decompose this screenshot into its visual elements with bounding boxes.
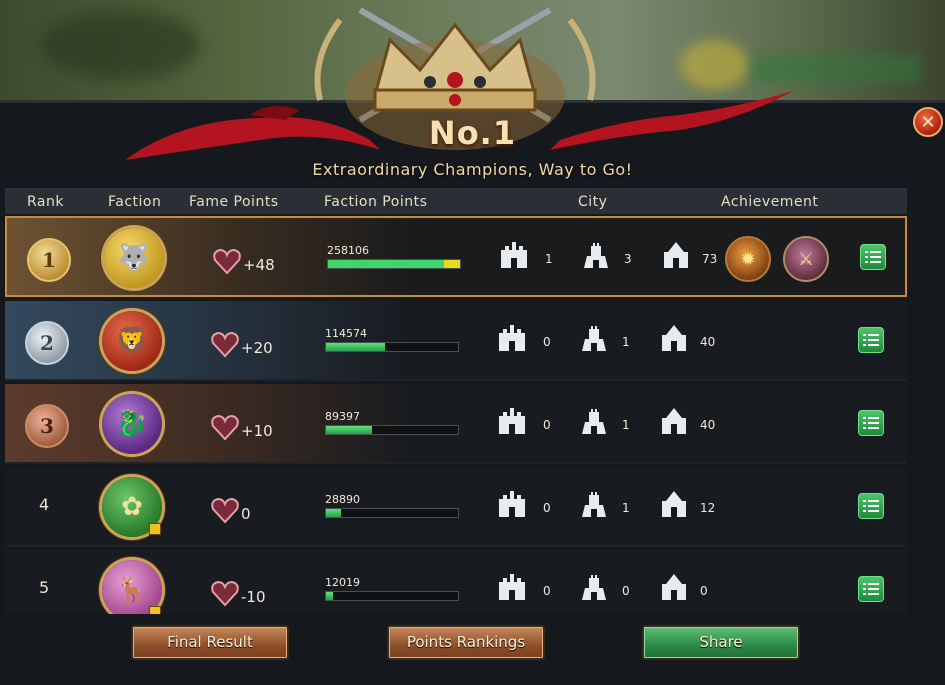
targaryen-dragon-icon[interactable]: 🐉: [102, 394, 162, 454]
city-large-count: 40: [700, 418, 716, 432]
faction-points-fill: [326, 343, 386, 351]
details-list-button[interactable]: [858, 327, 884, 353]
table-row: 2 🦁 +20 114574 0 1 40: [5, 301, 907, 381]
city-medium-castle-icon: [579, 404, 609, 436]
city-large-castle-icon: [659, 404, 689, 436]
details-list-button[interactable]: [858, 576, 884, 602]
city-medium-count: 1: [622, 501, 630, 515]
faction-points-bar: [325, 342, 459, 352]
city-small-castle-icon: [497, 487, 527, 519]
rank-medal-gold: 1: [27, 238, 71, 282]
faction-points-bar: [327, 259, 461, 269]
city-medium-castle-icon: [579, 570, 609, 602]
close-button[interactable]: ✕: [913, 107, 943, 137]
header-city: City: [578, 194, 608, 210]
city-small-count: 1: [545, 252, 553, 266]
city-medium-count: 3: [624, 252, 632, 266]
table-header: Rank Faction Fame Points Faction Points …: [5, 188, 907, 214]
share-button[interactable]: Share: [642, 625, 800, 660]
rank-medal-bronze: 3: [25, 404, 69, 448]
city-large-castle-icon: [659, 487, 689, 519]
list-icon: [863, 334, 879, 346]
rank-number: 5: [39, 578, 50, 597]
own-faction-marker-icon: [149, 523, 161, 535]
final-result-button[interactable]: Final Result: [131, 625, 289, 660]
faction-points-fill: [326, 509, 341, 517]
ranking-table: 1 🐺 +48 258106 1 3 73 ✹ ⚔ 2 🦁 +20 114574…: [5, 216, 907, 614]
lannister-lion-icon[interactable]: 🦁: [102, 311, 162, 371]
faction-points-value: 28890: [325, 493, 360, 506]
header-fame-points: Fame Points: [189, 194, 279, 210]
rank-number: 4: [39, 495, 50, 514]
list-icon: [865, 251, 881, 263]
faction-points-fill: [328, 260, 460, 268]
city-large-castle-icon: [659, 321, 689, 353]
points-rankings-button[interactable]: Points Rankings: [387, 625, 545, 660]
achievement-badge-sword-icon[interactable]: ⚔: [783, 236, 829, 282]
table-row: 3 🐉 +10 89397 0 1 40: [5, 384, 907, 464]
fame-points-value: +20: [241, 339, 273, 357]
faction-points-bar: [325, 508, 459, 518]
rank-medal-silver: 2: [25, 321, 69, 365]
fame-points-value: -10: [241, 588, 266, 606]
city-large-count: 40: [700, 335, 716, 349]
faction-points-bar: [325, 591, 459, 601]
faction-points-bar: [325, 425, 459, 435]
list-icon: [863, 500, 879, 512]
champion-subtitle: Extraordinary Champions, Way to Go!: [312, 160, 633, 179]
city-large-count: 12: [700, 501, 716, 515]
city-small-castle-icon: [499, 238, 529, 270]
table-row: 5 🦌 -10 12019 0 0 0: [5, 550, 907, 614]
faction-points-value: 12019: [325, 576, 360, 589]
list-icon: [863, 583, 879, 595]
city-small-count: 0: [543, 335, 551, 349]
close-icon: ✕: [920, 111, 936, 133]
city-medium-count: 0: [622, 584, 630, 598]
city-medium-count: 1: [622, 335, 630, 349]
fame-points-value: 0: [241, 505, 251, 523]
city-medium-castle-icon: [581, 238, 611, 270]
fame-heart-icon: [211, 497, 239, 524]
city-large-count: 0: [700, 584, 708, 598]
city-small-castle-icon: [497, 404, 527, 436]
table-row: 4 ✿ 0 28890 0 1 12: [5, 467, 907, 547]
table-row: 1 🐺 +48 258106 1 3 73 ✹ ⚔: [5, 216, 907, 297]
fame-points-value: +48: [243, 256, 275, 274]
fame-heart-icon: [213, 248, 241, 275]
city-small-count: 0: [543, 418, 551, 432]
fame-heart-icon: [211, 580, 239, 607]
achievement-badge-bull-icon[interactable]: ✹: [725, 236, 771, 282]
faction-points-value: 114574: [325, 327, 367, 340]
header-faction-points: Faction Points: [324, 194, 428, 210]
stark-wolf-icon[interactable]: 🐺: [104, 228, 164, 288]
city-small-castle-icon: [497, 570, 527, 602]
fame-heart-icon: [211, 414, 239, 441]
details-list-button[interactable]: [858, 410, 884, 436]
details-list-button[interactable]: [858, 493, 884, 519]
city-small-count: 0: [543, 501, 551, 515]
faction-points-value: 89397: [325, 410, 360, 423]
fame-heart-icon: [211, 331, 239, 358]
faction-points-fill: [326, 592, 333, 600]
city-medium-castle-icon: [579, 487, 609, 519]
details-list-button[interactable]: [860, 244, 886, 270]
header-faction: Faction: [108, 194, 162, 210]
list-icon: [863, 417, 879, 429]
own-faction-marker-icon: [149, 606, 161, 614]
rank-title: No.1: [428, 114, 517, 152]
faction-points-fill: [326, 426, 373, 434]
city-small-count: 0: [543, 584, 551, 598]
city-medium-castle-icon: [579, 321, 609, 353]
city-large-castle-icon: [661, 238, 691, 270]
header-achievement: Achievement: [721, 194, 819, 210]
faction-points-value: 258106: [327, 244, 369, 257]
fame-points-value: +10: [241, 422, 273, 440]
city-large-count: 73: [702, 252, 718, 266]
header-rank: Rank: [27, 194, 64, 210]
city-large-castle-icon: [659, 570, 689, 602]
city-small-castle-icon: [497, 321, 527, 353]
city-medium-count: 1: [622, 418, 630, 432]
